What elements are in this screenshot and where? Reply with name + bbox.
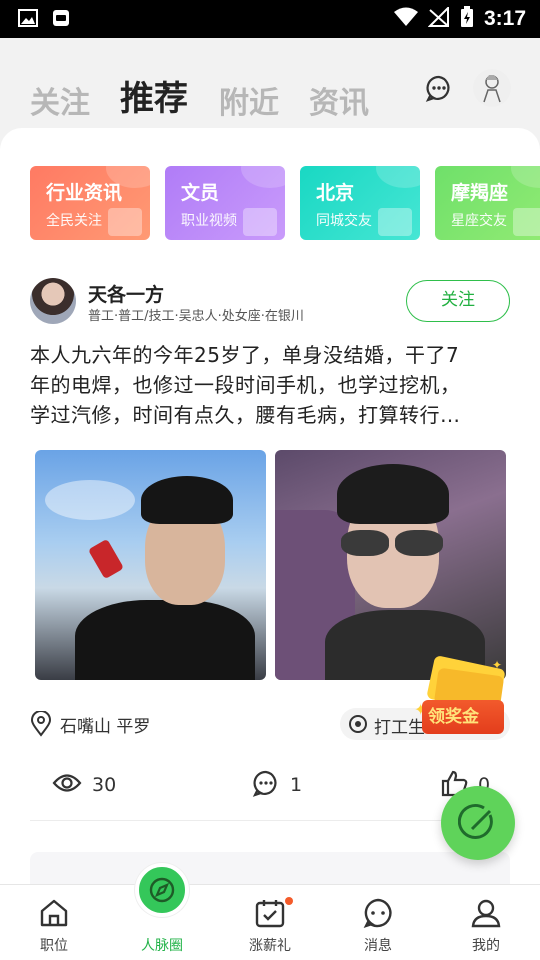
person-hair	[141, 476, 233, 524]
publish-fab[interactable]	[441, 786, 515, 860]
author-name[interactable]: 天各一方	[88, 280, 164, 307]
sunglasses	[341, 530, 389, 556]
nav-label: 我的	[472, 938, 500, 954]
nav-label: 消息	[364, 938, 392, 954]
reward-bonus-badge[interactable]: ✦ ✦ 领奖金	[414, 654, 510, 738]
category-industry-news[interactable]: 行业资讯 全民关注	[30, 166, 150, 240]
decoration	[376, 166, 420, 188]
post-text-line: 年的电焊，也修过一段时间手机，也学过挖机，	[30, 373, 461, 397]
nav-raise-gift[interactable]: 涨薪礼	[216, 885, 324, 960]
clock: 3:17	[483, 7, 526, 30]
eye-icon	[52, 772, 82, 799]
chat-bubble-icon[interactable]	[425, 74, 453, 106]
category-subtitle: 职业视频	[181, 213, 237, 229]
person-body	[75, 600, 255, 680]
follow-button[interactable]: 关注	[406, 280, 510, 322]
user-avatar[interactable]	[472, 68, 512, 112]
category-title: 北京	[316, 182, 355, 204]
category-title: 文员	[181, 182, 220, 204]
post-stats: 30 1 0	[30, 768, 510, 802]
message-bubble-icon	[362, 897, 394, 929]
status-bar: 3:17	[0, 0, 540, 38]
calendar-check-icon	[254, 897, 286, 929]
next-post-card[interactable]	[30, 852, 510, 884]
comment-icon	[252, 769, 280, 802]
post-text[interactable]: 本人九六年的今年25岁了，单身没结婚，干了7 年的电焊，也修过一段时间手机，也学…	[30, 340, 510, 430]
nav-label: 涨薪礼	[249, 938, 291, 954]
tab-nearby[interactable]: 附近	[219, 78, 279, 122]
tab-news[interactable]: 资讯	[309, 78, 369, 122]
person-icon	[470, 897, 502, 929]
category-subtitle: 同城交友	[316, 213, 372, 229]
nav-network[interactable]: 人脉圈	[108, 863, 216, 960]
bottle	[87, 538, 125, 580]
target-icon	[348, 714, 368, 738]
category-subtitle: 星座交友	[451, 213, 507, 229]
person-hair	[337, 464, 449, 524]
wifi-icon	[393, 7, 418, 31]
sparkle-icon: ✦	[492, 658, 503, 672]
decoration	[241, 166, 285, 188]
video-icon	[243, 208, 277, 236]
newspaper-icon	[108, 208, 142, 236]
sunglasses	[395, 530, 443, 556]
star-sign-icon	[513, 208, 540, 236]
top-tabs: 关注 推荐 附近 资讯	[0, 38, 540, 130]
comments-button[interactable]: 1	[252, 768, 302, 802]
nav-network-active-bubble	[135, 863, 189, 917]
category-clerk[interactable]: 文员 职业视频	[165, 166, 285, 240]
gallery-notification-icon	[18, 9, 38, 31]
author-avatar[interactable]	[30, 278, 76, 324]
post-divider	[30, 820, 510, 821]
category-title: 摩羯座	[451, 182, 509, 204]
post-header: 天各一方 普工·普工/技工·吴忠人·处女座·在银川 关注	[30, 278, 510, 328]
tab-following[interactable]: 关注	[30, 78, 90, 122]
post-text-line: 学过汽修，时间有点久，腰有毛病，打算转行…	[30, 403, 461, 427]
location-text[interactable]: 石嘴山 平罗	[60, 712, 150, 737]
comments-value: 1	[290, 774, 303, 796]
category-subtitle: 全民关注	[46, 213, 102, 229]
category-beijing[interactable]: 北京 同城交友	[300, 166, 420, 240]
feed-content: 行业资讯 全民关注 文员 职业视频 北京 同城交友 摩羯座 星座交友 天各一方 …	[0, 128, 540, 884]
no-signal-icon	[427, 5, 450, 31]
tab-recommended[interactable]: 推荐	[120, 71, 188, 120]
app-notification-icon	[52, 9, 70, 31]
decoration	[511, 166, 540, 188]
bottom-nav: 职位 人脉圈 涨薪礼 消息 我的	[0, 863, 540, 960]
city-icon	[378, 208, 412, 236]
author-meta: 普工·普工/技工·吴忠人·处女座·在银川	[88, 309, 304, 324]
nav-label: 职位	[40, 938, 68, 954]
category-title: 行业资讯	[46, 182, 123, 204]
category-capricorn[interactable]: 摩羯座 星座交友	[435, 166, 540, 240]
compose-icon	[457, 803, 498, 847]
post-photo-2[interactable]	[275, 450, 506, 680]
cloud	[45, 480, 135, 520]
post-photo-1[interactable]	[35, 450, 266, 680]
compass-icon	[148, 876, 176, 908]
nav-profile[interactable]: 我的	[432, 885, 540, 960]
notification-dot	[285, 897, 293, 905]
nav-messages[interactable]: 消息	[324, 885, 432, 960]
location-pin-icon	[30, 710, 52, 741]
nav-jobs[interactable]: 职位	[0, 885, 108, 960]
category-shortcuts: 行业资讯 全民关注 文员 职业视频 北京 同城交友 摩羯座 星座交友	[30, 166, 540, 240]
views-value: 30	[92, 774, 117, 796]
nav-label: 人脉圈	[141, 938, 183, 954]
post-text-line: 本人九六年的今年25岁了，单身没结婚，干了7	[30, 343, 460, 367]
views-count: 30	[52, 768, 116, 802]
battery-charging-icon	[460, 6, 474, 32]
home-icon	[38, 897, 70, 929]
reward-label: 领奖金	[422, 700, 504, 734]
